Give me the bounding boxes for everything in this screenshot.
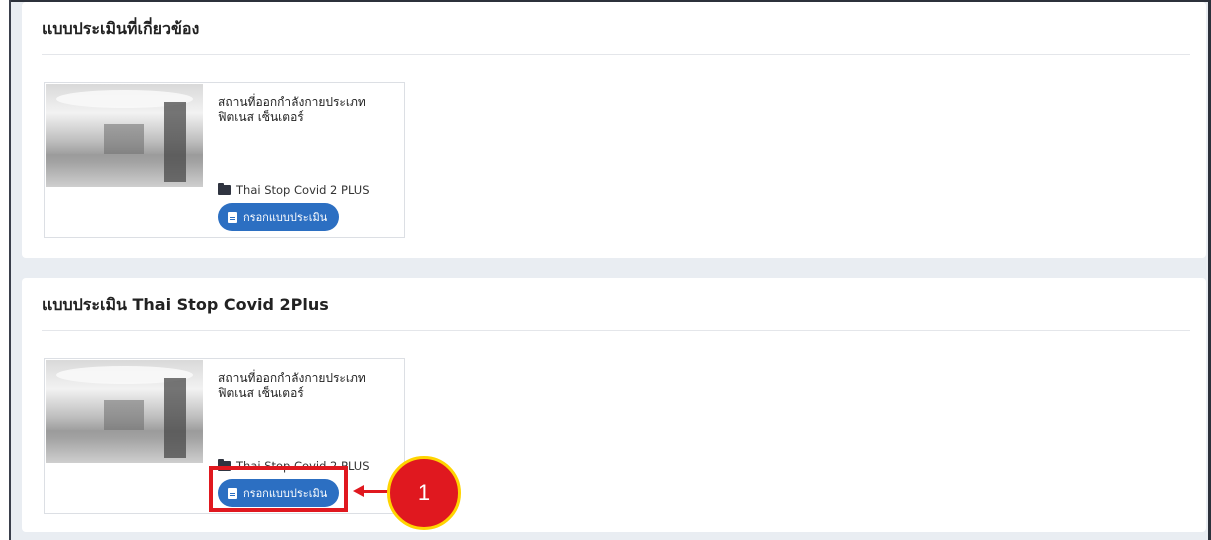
highlight-box — [209, 466, 348, 512]
section-title: แบบประเมิน Thai Stop Covid 2Plus — [42, 295, 329, 314]
pointer-arrow — [363, 490, 389, 493]
thai-stop-covid-panel: แบบประเมิน Thai Stop Covid 2Plus สถานที่… — [22, 278, 1206, 532]
card-category: Thai Stop Covid 2 PLUS — [218, 183, 370, 197]
card-title[interactable]: สถานที่ออกกำลังกายประเภทฟิตเนส เซ็นเตอร์ — [218, 371, 398, 401]
assessment-card: สถานที่ออกกำลังกายประเภทฟิตเนส เซ็นเตอร์… — [44, 82, 405, 238]
gym-thumbnail-image[interactable] — [46, 360, 203, 463]
divider — [42, 54, 1190, 55]
fill-assessment-label: กรอกแบบประเมิน — [243, 211, 328, 224]
folder-open-icon — [218, 183, 231, 195]
card-title[interactable]: สถานที่ออกกำลังกายประเภทฟิตเนส เซ็นเตอร์ — [218, 95, 398, 125]
related-assessments-panel: แบบประเมินที่เกี่ยวข้อง สถานที่ออกกำลังก… — [22, 2, 1206, 258]
pointer-arrow-head — [353, 485, 364, 497]
file-text-icon — [228, 211, 237, 223]
window-frame-left — [0, 0, 11, 540]
divider — [42, 330, 1190, 331]
gym-thumbnail-image[interactable] — [46, 84, 203, 187]
section-title: แบบประเมินที่เกี่ยวข้อง — [42, 19, 200, 38]
category-label: Thai Stop Covid 2 PLUS — [236, 183, 370, 197]
step-number-badge: 1 — [387, 456, 461, 530]
fill-assessment-button[interactable]: กรอกแบบประเมิน — [218, 203, 340, 231]
